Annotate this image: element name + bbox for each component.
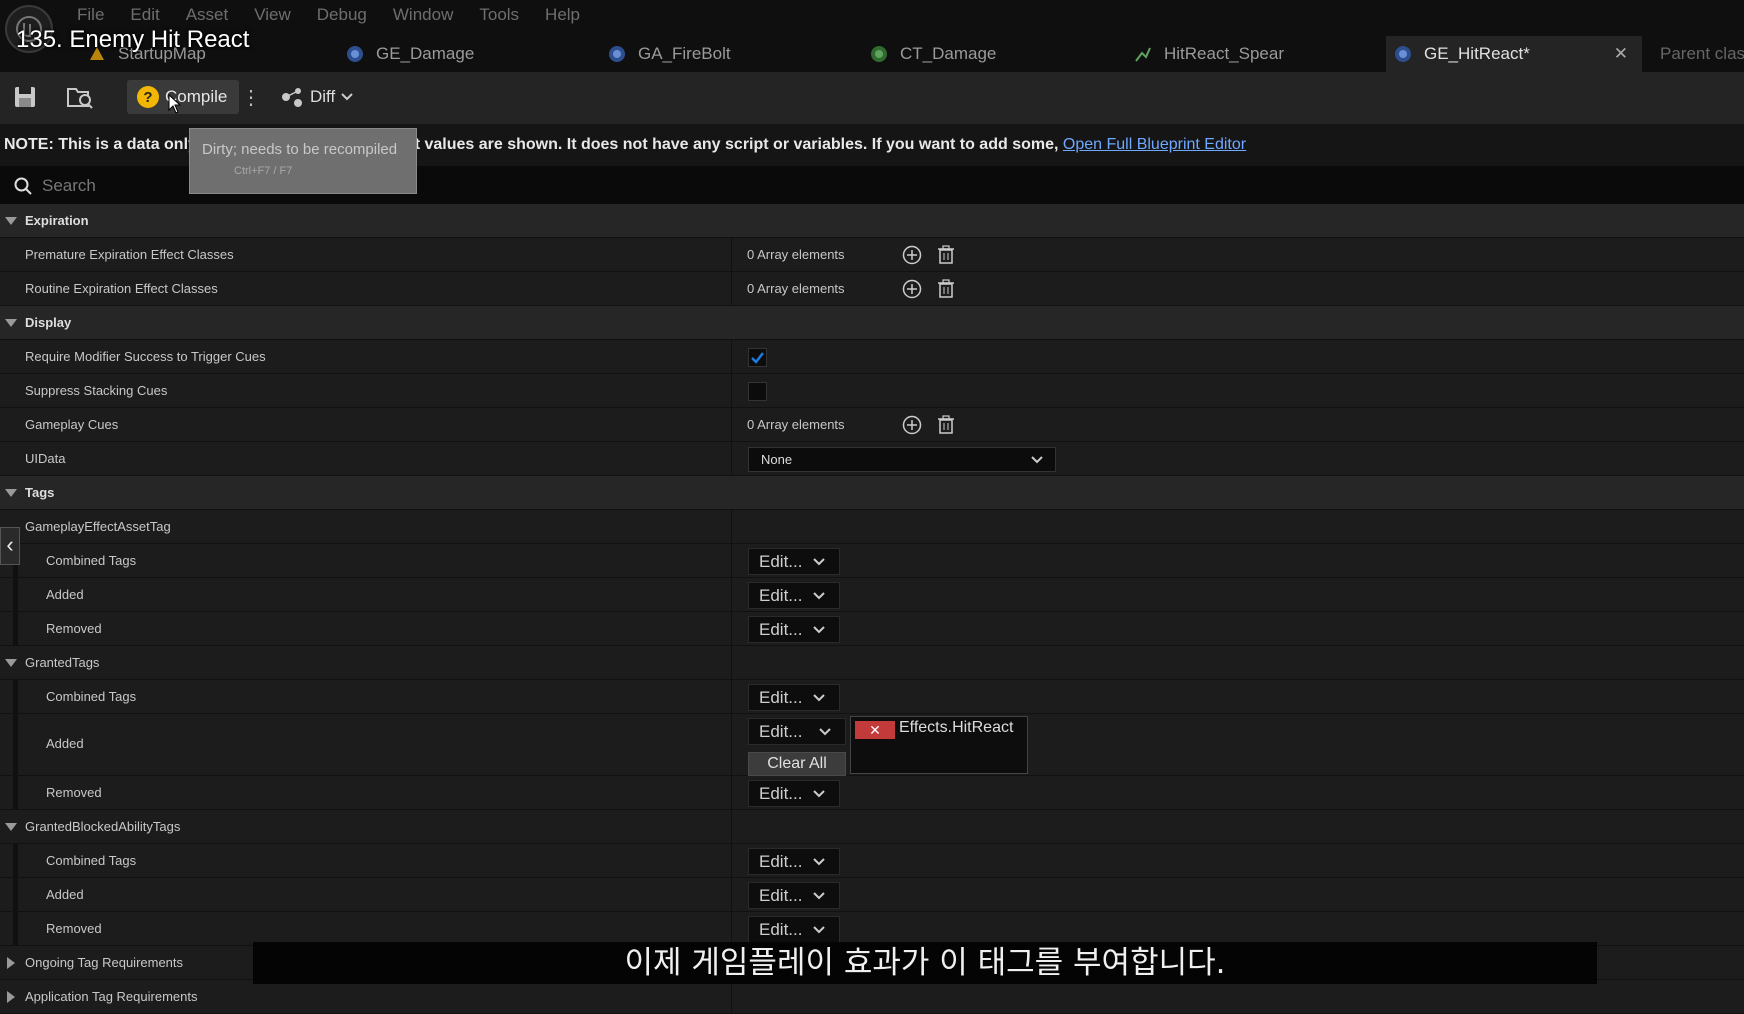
- curve-table-icon: [870, 45, 888, 63]
- remove-tag-button[interactable]: ✕: [855, 721, 895, 739]
- tab-ge-damage[interactable]: GE_Damage: [346, 36, 586, 72]
- search-icon: [14, 177, 32, 200]
- property-row: Gameplay Cues 0 Array elements: [0, 408, 1744, 442]
- property-row: Removed Edit...: [0, 776, 1744, 810]
- chevron-left-icon[interactable]: ‹: [0, 527, 20, 565]
- menu-tools[interactable]: Tools: [466, 0, 532, 30]
- tab-ga-firebolt[interactable]: GA_FireBolt: [608, 36, 848, 72]
- edit-tags-button[interactable]: Edit...: [748, 916, 840, 943]
- expand-arrow-icon[interactable]: [5, 319, 17, 327]
- uidata-dropdown[interactable]: None: [748, 447, 1056, 472]
- checkmark-icon: [751, 352, 764, 364]
- tag-list: ✕ Effects.HitReact: [850, 716, 1028, 774]
- property-row: Combined Tags Edit...: [0, 544, 1744, 578]
- menu-window[interactable]: Window: [380, 0, 466, 30]
- property-row: Combined Tags Edit...: [0, 680, 1744, 714]
- chevron-down-icon: [341, 93, 353, 101]
- collapse-arrow-icon[interactable]: [7, 957, 15, 969]
- chevron-down-icon: [813, 694, 825, 702]
- add-element-icon[interactable]: [902, 415, 922, 440]
- add-element-icon[interactable]: [902, 245, 922, 270]
- struct-row-asset-tag[interactable]: GameplayEffectAssetTag: [0, 510, 1744, 544]
- expand-arrow-icon[interactable]: [5, 659, 17, 667]
- browse-asset-icon[interactable]: [64, 84, 96, 110]
- menu-debug[interactable]: Debug: [304, 0, 380, 30]
- edit-tags-button[interactable]: Edit...: [748, 882, 840, 909]
- clear-all-button[interactable]: Clear All: [748, 752, 846, 776]
- property-row: Suppress Stacking Cues: [0, 374, 1744, 408]
- edit-tags-button[interactable]: Edit...: [748, 848, 840, 875]
- gameplay-ability-icon: [608, 45, 626, 63]
- property-row: Combined Tags Edit...: [0, 844, 1744, 878]
- category-display[interactable]: Display: [0, 306, 1744, 340]
- edit-tags-button[interactable]: Edit...: [748, 582, 840, 609]
- chevron-down-icon: [813, 926, 825, 934]
- save-icon[interactable]: [12, 84, 38, 110]
- chevron-down-icon: [813, 626, 825, 634]
- menu-help[interactable]: Help: [532, 0, 593, 30]
- property-row: Added Edit...: [0, 578, 1744, 612]
- property-row: Premature Expiration Effect Classes 0 Ar…: [0, 238, 1744, 272]
- compile-tooltip: Dirty; needs to be recompiled Ctrl+F7 / …: [189, 128, 417, 194]
- toolbar: ? Compile ⋮ Diff: [0, 72, 1744, 124]
- edit-tags-button[interactable]: Edit...: [748, 684, 840, 711]
- trash-icon[interactable]: [936, 415, 956, 440]
- struct-row-granted-blocked[interactable]: GrantedBlockedAbilityTags: [0, 810, 1744, 844]
- video-title-overlay: 135. Enemy Hit React: [16, 26, 250, 53]
- edit-tags-button[interactable]: Edit...: [748, 548, 840, 575]
- details-panel: Expiration Premature Expiration Effect C…: [0, 204, 1744, 1014]
- chevron-down-icon: [813, 558, 825, 566]
- suppress-stacking-checkbox[interactable]: [748, 382, 767, 401]
- tab-parent-class[interactable]: Parent clas: [1660, 36, 1744, 72]
- video-subtitle: 이제 게임플레이 효과가 이 태그를 부여합니다.: [253, 942, 1597, 984]
- category-tags[interactable]: Tags: [0, 476, 1744, 510]
- open-full-blueprint-editor-link[interactable]: Open Full Blueprint Editor: [1063, 136, 1246, 153]
- collapse-arrow-icon[interactable]: [7, 991, 15, 1003]
- property-row: Added Edit... Clear All ✕ Effects.HitRea…: [0, 714, 1744, 776]
- edit-tags-button[interactable]: Edit...: [748, 718, 846, 745]
- expand-arrow-icon[interactable]: [5, 217, 17, 225]
- tab-ge-hitreact[interactable]: GE_HitReact* ✕: [1386, 36, 1642, 72]
- menu-view[interactable]: View: [241, 0, 304, 30]
- struct-row-granted-tags[interactable]: GrantedTags: [0, 646, 1744, 680]
- tag-label: Effects.HitReact: [899, 719, 1014, 736]
- warning-icon: ?: [137, 86, 159, 108]
- title-tab-bar: File Edit Asset View Debug Window Tools …: [0, 0, 1744, 72]
- add-element-icon[interactable]: [902, 279, 922, 304]
- compile-options-icon[interactable]: ⋮: [241, 84, 261, 110]
- compile-button[interactable]: ? Compile: [127, 80, 239, 114]
- chevron-down-icon: [1031, 456, 1043, 464]
- property-row: Removed Edit...: [0, 612, 1744, 646]
- close-tab-icon[interactable]: ✕: [1614, 44, 1628, 64]
- expand-arrow-icon[interactable]: [5, 823, 17, 831]
- gameplay-effect-icon: [1394, 45, 1412, 63]
- property-row: Removed Edit...: [0, 912, 1744, 946]
- chevron-down-icon: [813, 592, 825, 600]
- property-row: Added Edit...: [0, 878, 1744, 912]
- tab-hitreact-spear[interactable]: HitReact_Spear: [1134, 36, 1374, 72]
- mouse-cursor-icon: [168, 93, 182, 119]
- trash-icon[interactable]: [936, 279, 956, 304]
- trash-icon[interactable]: [936, 245, 956, 270]
- chevron-down-icon: [813, 892, 825, 900]
- chevron-down-icon: [813, 790, 825, 798]
- property-row: Routine Expiration Effect Classes 0 Arra…: [0, 272, 1744, 306]
- property-row: Require Modifier Success to Trigger Cues: [0, 340, 1744, 374]
- edit-tags-button[interactable]: Edit...: [748, 780, 840, 807]
- require-modifier-checkbox[interactable]: [748, 348, 767, 367]
- animation-icon: [1134, 45, 1152, 63]
- edit-tags-button[interactable]: Edit...: [748, 616, 840, 643]
- chevron-down-icon: [813, 858, 825, 866]
- property-row: UIData None: [0, 442, 1744, 476]
- diff-button[interactable]: Diff: [280, 84, 353, 110]
- struct-row-application[interactable]: Application Tag Requirements: [0, 980, 1744, 1014]
- expand-arrow-icon[interactable]: [5, 489, 17, 497]
- gameplay-effect-icon: [346, 45, 364, 63]
- diff-icon: [282, 88, 302, 107]
- category-expiration[interactable]: Expiration: [0, 204, 1744, 238]
- tab-ct-damage[interactable]: CT_Damage: [870, 36, 1110, 72]
- chevron-down-icon: [819, 728, 831, 736]
- document-tabs: StartupMap GE_Damage GA_FireBolt CT_Dama…: [0, 36, 1744, 72]
